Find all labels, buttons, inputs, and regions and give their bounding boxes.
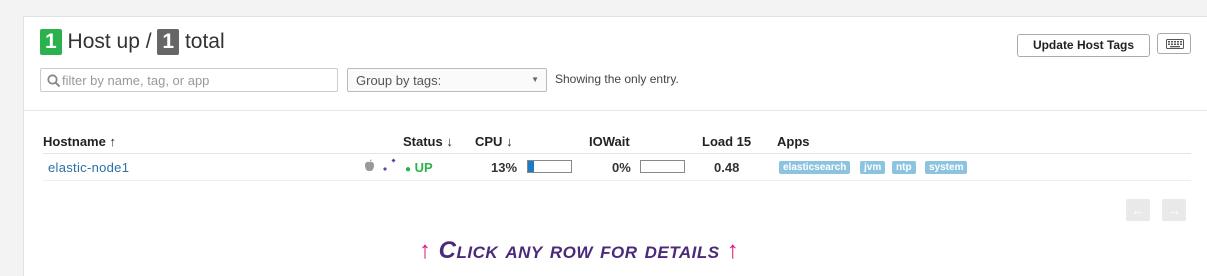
prev-page-button[interactable]: ← xyxy=(1126,199,1150,221)
toolbar-area: 1 Host up / 1 total Group by tags: ▼ Sho… xyxy=(24,17,1207,111)
dropdown-caret-icon: ▼ xyxy=(531,75,539,84)
app-tag[interactable]: elasticsearch xyxy=(779,161,851,174)
host-total-label: total xyxy=(184,30,225,53)
host-up-count: 1 xyxy=(40,29,62,55)
app-tag[interactable]: ntp xyxy=(892,161,916,174)
app-tag[interactable]: jvm xyxy=(860,161,886,174)
status-header-label: Status xyxy=(403,134,443,149)
host-summary: 1 Host up / 1 total xyxy=(40,29,225,55)
column-header-iowait[interactable]: IOWait xyxy=(589,134,630,149)
host-up-label: Host up / xyxy=(67,30,152,53)
search-input[interactable] xyxy=(62,70,332,90)
keyboard-icon xyxy=(1166,39,1184,49)
sort-arrow-up-icon: ↑ xyxy=(109,134,116,149)
cpu-bar xyxy=(527,160,572,173)
status-value: UP xyxy=(414,160,433,175)
click-row-hint: ↑ Click any row for details ↑ xyxy=(419,237,739,265)
hostname-cell[interactable]: elastic-node1 xyxy=(48,160,129,175)
row-divider xyxy=(43,180,1191,181)
hint-arrow-up-icon: ↑ xyxy=(726,237,740,264)
search-box[interactable] xyxy=(40,68,338,92)
column-header-hostname[interactable]: Hostname ↑ xyxy=(43,134,116,149)
group-by-label: Group by tags: xyxy=(356,73,442,88)
column-header-cpu[interactable]: CPU ↓ xyxy=(475,134,513,149)
sort-arrow-down-icon: ↓ xyxy=(506,134,513,149)
showing-text: Showing the only entry. xyxy=(555,72,679,86)
status-dot-icon: ● xyxy=(405,164,412,175)
column-header-apps[interactable]: Apps xyxy=(777,134,810,149)
sort-arrow-down-icon: ↓ xyxy=(446,134,453,149)
group-by-select[interactable]: Group by tags: ▼ xyxy=(347,68,547,92)
hint-arrow-up-icon: ↑ xyxy=(419,237,432,264)
load15-value: 0.48 xyxy=(714,160,740,175)
agent-wrench-icon xyxy=(383,158,396,171)
iowait-bar xyxy=(640,160,685,173)
app-tag[interactable]: system xyxy=(925,161,968,174)
cpu-value: 13% xyxy=(491,160,518,175)
column-header-status[interactable]: Status ↓ xyxy=(403,134,453,149)
apple-icon xyxy=(365,159,374,172)
hosts-panel: 1 Host up / 1 total Group by tags: ▼ Sho… xyxy=(23,16,1207,276)
search-icon xyxy=(47,74,61,88)
host-total-count: 1 xyxy=(157,29,180,55)
hostname-header-label: Hostname xyxy=(43,134,106,149)
status-cell: ● UP xyxy=(405,160,433,175)
cpu-bar-fill xyxy=(528,161,534,172)
header-divider xyxy=(43,153,1191,154)
update-host-tags-button[interactable]: Update Host Tags xyxy=(1017,34,1150,57)
hint-text: Click any row for details xyxy=(438,237,720,264)
column-header-load15[interactable]: Load 15 xyxy=(702,134,751,149)
cpu-header-label: CPU xyxy=(475,134,503,149)
iowait-value: 0% xyxy=(612,160,631,175)
keyboard-shortcuts-button[interactable] xyxy=(1157,33,1191,54)
next-page-button[interactable]: → xyxy=(1162,199,1186,221)
